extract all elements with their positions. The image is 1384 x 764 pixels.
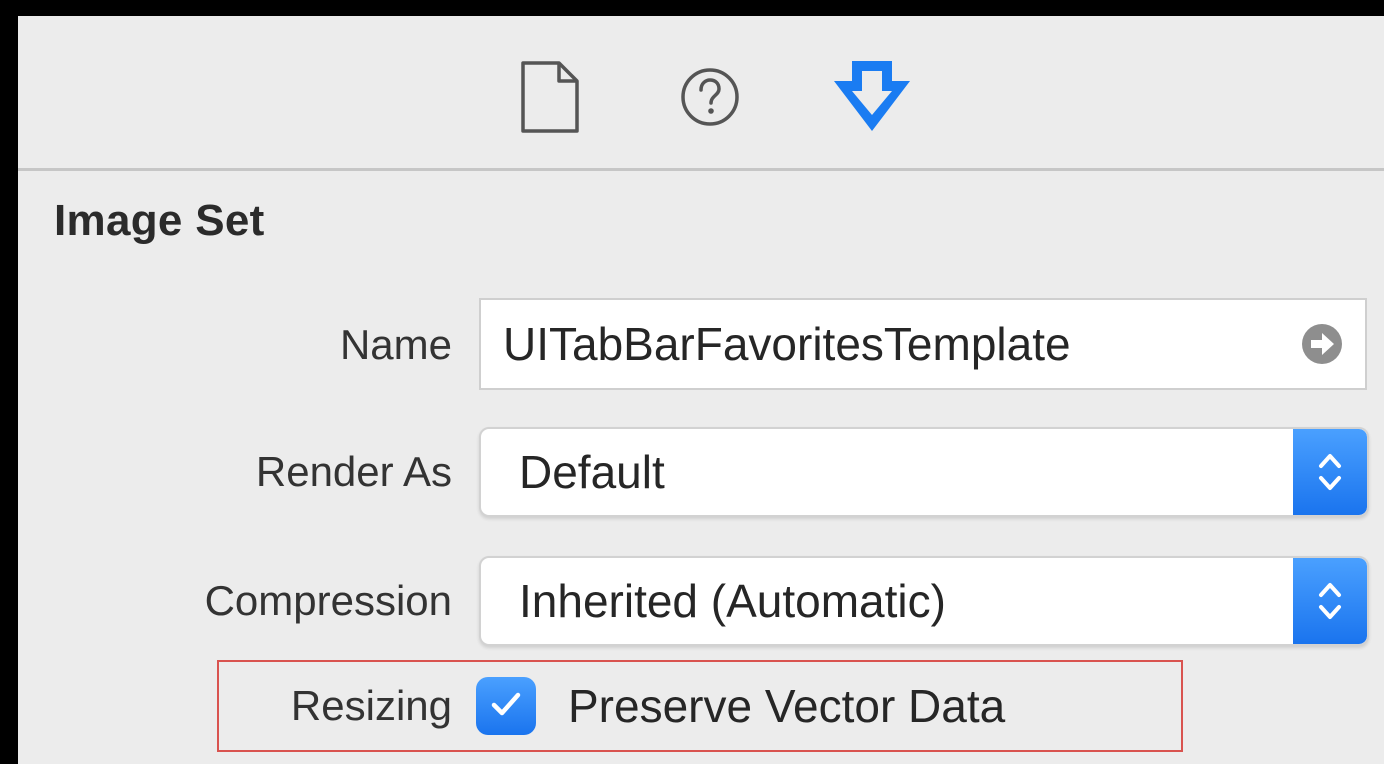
quick-help-icon [679, 66, 741, 128]
inspector-panel: Image Set Name UITabBarFavoritesTemplate… [18, 16, 1384, 764]
checkmark-icon [488, 688, 524, 725]
name-label: Name [339, 321, 452, 368]
section-title: Image Set [54, 196, 265, 245]
attributes-inspector-icon [830, 55, 914, 139]
go-to-arrow-icon[interactable] [1301, 323, 1343, 365]
attributes-inspector-tab[interactable] [832, 52, 912, 142]
preserve-vector-data-checkbox[interactable] [476, 677, 536, 735]
resizing-label: Resizing [290, 682, 452, 729]
quick-help-tab[interactable] [670, 52, 750, 142]
preserve-vector-data-label[interactable]: Preserve Vector Data [568, 671, 1005, 741]
name-field[interactable]: UITabBarFavoritesTemplate [479, 298, 1367, 390]
inspector-toolbar [18, 16, 1384, 171]
chevron-updown-icon [1293, 558, 1367, 644]
chevron-updown-icon [1293, 429, 1367, 515]
file-inspector-icon [519, 59, 581, 135]
render-as-popup[interactable]: Default [479, 427, 1369, 517]
compression-value: Inherited (Automatic) [519, 575, 946, 627]
compression-popup[interactable]: Inherited (Automatic) [479, 556, 1369, 646]
render-as-value: Default [519, 446, 665, 498]
compression-label: Compression [204, 577, 452, 624]
render-as-label: Render As [255, 448, 452, 495]
name-value[interactable]: UITabBarFavoritesTemplate [503, 300, 1071, 388]
file-inspector-tab[interactable] [510, 52, 590, 142]
